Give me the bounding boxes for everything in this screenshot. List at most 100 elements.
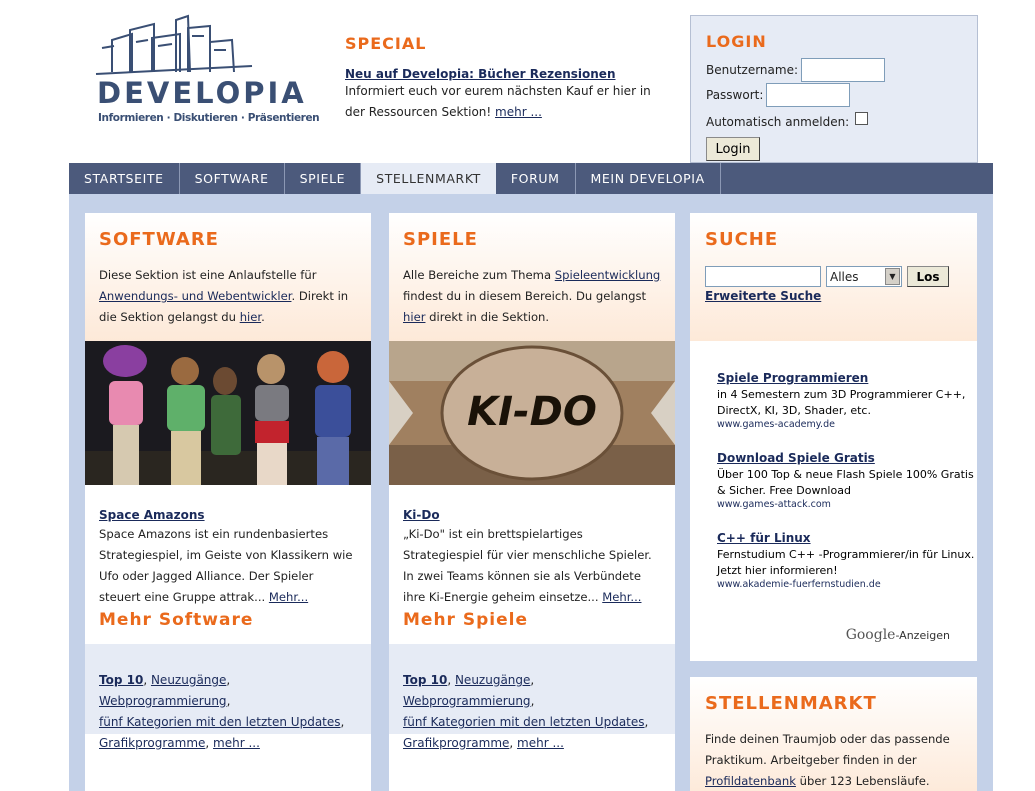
spiele-categories-link[interactable]: fünf Kategorien mit den letzten Updates <box>403 715 645 729</box>
google-logo: Google <box>845 627 896 643</box>
ad-url[interactable]: www.games-attack.com <box>717 499 977 510</box>
software-links: Top 10, Neuzugänge, Webprogrammierung, f… <box>85 644 371 750</box>
nav-spiele[interactable]: SPIELE <box>285 163 362 194</box>
password-label: Passwort: <box>706 87 764 102</box>
spiele-product-more-link[interactable]: Mehr... <box>602 590 641 604</box>
software-top10-link[interactable]: Top 10 <box>99 673 143 687</box>
spiele-column: SPIELE Alle Bereiche zum Thema Spieleent… <box>389 213 675 791</box>
more-spiele-link[interactable]: Mehr Spiele <box>403 610 528 630</box>
special-headline-link[interactable]: Neu auf Developia: Bücher Rezensionen <box>345 67 655 81</box>
spiele-intro-end: direkt in die Sektion. <box>425 310 550 324</box>
ad-item: Spiele Programmieren in 4 Semestern zum … <box>717 371 977 430</box>
ki-do-image-text: KI-DO <box>467 389 597 435</box>
more-software-link[interactable]: Mehr Software <box>99 610 253 630</box>
google-ads-suffix: -Anzeigen <box>895 629 950 642</box>
search-box: SUCHE Alles ▼ Los Erweiterte Suche Spiele… <box>690 213 977 661</box>
ad-title-link[interactable]: Spiele Programmieren <box>717 371 977 385</box>
special-box: SPECIAL Neu auf Developia: Bücher Rezens… <box>345 34 655 123</box>
profildatenbank-link[interactable]: Profildatenbank <box>705 774 796 788</box>
ad-item: C++ für Linux Fernstudium C++ -Programmi… <box>717 531 977 590</box>
software-grafik-link[interactable]: Grafikprogramme <box>99 736 205 750</box>
logo-tagline: Informieren · Diskutieren · Präsentieren <box>98 112 320 124</box>
software-header: SOFTWARE Diese Sektion ist eine Anlaufst… <box>85 213 371 341</box>
space-amazons-link[interactable]: Space Amazons <box>99 508 205 522</box>
search-input[interactable] <box>705 266 821 287</box>
advanced-search-link[interactable]: Erweiterte Suche <box>705 289 962 303</box>
spieleentwicklung-link[interactable]: Spieleentwicklung <box>555 268 661 282</box>
spiele-product-text: „Ki-Do" ist ein brettspielartiges Strate… <box>403 524 661 608</box>
spiele-links: Top 10, Neuzugänge, Webprogrammierung, f… <box>389 644 675 750</box>
software-intro: Diese Sektion ist eine Anlaufstelle für … <box>99 265 357 328</box>
software-developers-link[interactable]: Anwendungs- und Webentwickler <box>99 289 291 303</box>
username-row: Benutzername: <box>706 57 977 82</box>
username-input[interactable] <box>801 57 886 82</box>
password-input[interactable] <box>766 82 851 107</box>
software-new-link[interactable]: Neuzugänge <box>151 673 226 687</box>
password-row: Passwort: <box>706 82 977 107</box>
login-title: LOGIN <box>706 32 767 51</box>
spiele-intro-text-2: findest du in diesem Bereich. Du gelangs… <box>403 289 647 303</box>
spiele-web-link[interactable]: Webprogrammierung <box>403 694 531 708</box>
space-amazons-image[interactable] <box>85 341 371 485</box>
software-product-text: Space Amazons ist ein rundenbasiertes St… <box>99 524 357 608</box>
spiele-product: Ki-Do „Ki-Do" ist ein brettspielartiges … <box>389 488 675 610</box>
username-label: Benutzername: <box>706 62 799 77</box>
stellenmarkt-text: Finde deinen Traumjob oder das passende … <box>705 729 962 791</box>
nav-mein-developia[interactable]: MEIN DEVELOPIA <box>576 163 721 194</box>
software-title: SOFTWARE <box>99 229 219 250</box>
ki-do-link[interactable]: Ki-Do <box>403 508 440 522</box>
spiele-more-link[interactable]: mehr ... <box>517 736 564 750</box>
spiele-grafik-link[interactable]: Grafikprogramme <box>403 736 509 750</box>
search-scope-value: Alles <box>830 269 859 284</box>
ad-title-link[interactable]: Download Spiele Gratis <box>717 451 977 465</box>
more-spiele: Mehr Spiele <box>389 610 675 644</box>
search-row: Alles ▼ Los <box>705 266 962 287</box>
login-button[interactable]: Login <box>706 137 760 161</box>
nav-software[interactable]: SOFTWARE <box>180 163 285 194</box>
spiele-here-link[interactable]: hier <box>403 310 425 324</box>
more-software: Mehr Software <box>85 610 371 644</box>
ki-do-image[interactable]: KI-DO <box>389 341 675 485</box>
search-button[interactable]: Los <box>907 266 949 287</box>
software-web-link[interactable]: Webprogrammierung <box>99 694 227 708</box>
software-more-link[interactable]: mehr ... <box>213 736 260 750</box>
ad-url[interactable]: www.games-academy.de <box>717 419 977 430</box>
ad-url[interactable]: www.akademie-fuerfernstudien.de <box>717 579 977 590</box>
software-product: Space Amazons Space Amazons ist ein rund… <box>85 488 371 610</box>
ad-text: Fernstudium C++ -Programmierer/in für Li… <box>717 548 975 577</box>
spiele-top10-link[interactable]: Top 10 <box>403 673 447 687</box>
ad-item: Download Spiele Gratis Über 100 Top & ne… <box>717 451 977 510</box>
spiele-title: SPIELE <box>403 229 478 250</box>
software-here-link[interactable]: hier <box>240 310 261 324</box>
google-ads: Spiele Programmieren in 4 Semestern zum … <box>690 341 977 590</box>
software-product-more-link[interactable]: Mehr... <box>269 590 308 604</box>
software-intro-end: . <box>261 310 265 324</box>
search-scope-select[interactable]: Alles ▼ <box>826 266 902 287</box>
spiele-header: SPIELE Alle Bereiche zum Thema Spieleent… <box>389 213 675 341</box>
special-more-link[interactable]: mehr ... <box>495 105 542 119</box>
nav-forum[interactable]: FORUM <box>496 163 576 194</box>
logo-wordmark[interactable]: DEVELOPIA <box>97 76 307 110</box>
nav-startseite[interactable]: STARTSEITE <box>69 163 180 194</box>
software-column: SOFTWARE Diese Sektion ist eine Anlaufst… <box>85 213 371 791</box>
auto-login-row: Automatisch anmelden: <box>706 109 977 134</box>
search-header: SUCHE Alles ▼ Los Erweiterte Suche <box>690 213 977 341</box>
main-nav: STARTSEITE SOFTWARE SPIELE STELLENMARKT … <box>69 163 993 194</box>
ad-title-link[interactable]: C++ für Linux <box>717 531 977 545</box>
auto-login-checkbox[interactable] <box>855 112 869 125</box>
special-text: Informiert euch vor eurem nächsten Kauf … <box>345 81 655 123</box>
login-box: LOGIN Benutzername: Passwort: Automatisc… <box>690 15 978 163</box>
chevron-down-icon[interactable]: ▼ <box>885 268 900 285</box>
spiele-new-link[interactable]: Neuzugänge <box>455 673 530 687</box>
software-product-desc: Space Amazons ist ein rundenbasiertes St… <box>99 527 353 604</box>
spiele-intro-text: Alle Bereiche zum Thema <box>403 268 555 282</box>
main-content: SOFTWARE Diese Sektion ist eine Anlaufst… <box>69 194 993 791</box>
search-title: SUCHE <box>705 229 779 250</box>
special-title: SPECIAL <box>345 34 427 53</box>
software-intro-text: Diese Sektion ist eine Anlaufstelle für <box>99 268 317 282</box>
google-ads-label[interactable]: Google-Anzeigen <box>846 627 950 643</box>
nav-stellenmarkt[interactable]: STELLENMARKT <box>361 163 496 194</box>
stellenmarkt-box: STELLENMARKT Finde deinen Traumjob oder … <box>690 677 977 791</box>
software-categories-link[interactable]: fünf Kategorien mit den letzten Updates <box>99 715 341 729</box>
stellenmarkt-title: STELLENMARKT <box>705 693 877 714</box>
